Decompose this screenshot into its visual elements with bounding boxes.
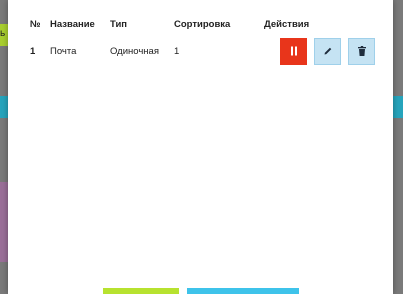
footer-primary-button[interactable] bbox=[103, 288, 179, 294]
row-actions bbox=[264, 35, 375, 67]
row-type: Одиночная bbox=[110, 45, 159, 57]
column-header-type: Тип bbox=[110, 18, 128, 30]
row-name: Почта bbox=[50, 45, 77, 57]
row-number: 1 bbox=[30, 45, 36, 57]
column-header-number: № bbox=[30, 18, 41, 30]
footer-secondary-button[interactable] bbox=[187, 288, 299, 294]
trash-icon bbox=[357, 46, 366, 56]
background-text-snippet: ь bbox=[0, 28, 6, 39]
row-sort: 1 bbox=[174, 45, 180, 57]
pause-button[interactable] bbox=[280, 37, 307, 65]
table-row: 1 Почта Одиночная 1 bbox=[30, 35, 375, 67]
column-header-name: Название bbox=[50, 18, 95, 30]
column-header-sort: Сортировка bbox=[174, 18, 231, 30]
edit-button[interactable] bbox=[314, 37, 341, 65]
modal-dialog: № Название Тип Сортировка Действия 1 Поч… bbox=[8, 0, 393, 294]
background-accent-teal-left bbox=[0, 96, 8, 118]
column-header-actions: Действия bbox=[264, 18, 310, 30]
table-header-row: № Название Тип Сортировка Действия bbox=[30, 13, 375, 35]
items-table: № Название Тип Сортировка Действия 1 Поч… bbox=[30, 13, 375, 67]
background-accent-purple bbox=[0, 182, 8, 262]
delete-button[interactable] bbox=[348, 37, 375, 65]
background-accent-teal-right bbox=[393, 96, 403, 118]
pause-icon bbox=[290, 46, 297, 56]
pencil-icon bbox=[324, 47, 331, 55]
